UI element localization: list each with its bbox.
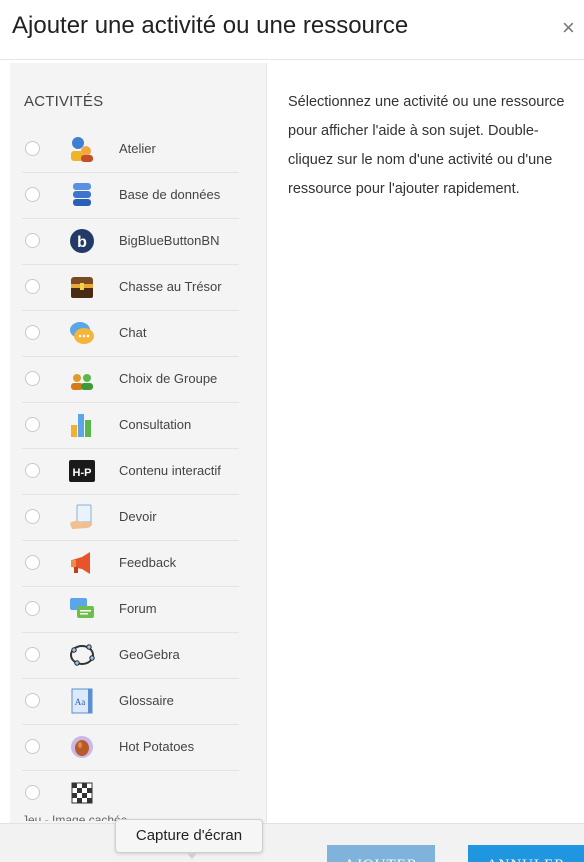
activity-label: GeoGebra [119,647,180,662]
workshop-icon [68,135,96,163]
activity-label: Chasse au Trésor [119,279,222,294]
activity-label: Glossaire [119,693,174,708]
checkerboard-icon [68,779,96,807]
dialog-header: Ajouter une activité ou une ressource × [0,0,584,60]
bar-chart-icon [68,411,96,439]
activity-option-bigbluebutton[interactable]: b BigBlueButtonBN [10,219,266,265]
glossary-icon: Aa [68,687,96,715]
activity-label: BigBlueButtonBN [119,233,220,248]
activity-label: Atelier [119,141,156,156]
dialog-footer: AJOUTER ANNULER [0,823,584,862]
megaphone-icon [68,549,96,577]
radio-button[interactable] [25,785,40,800]
activity-label: Devoir [119,509,157,524]
radio-button[interactable] [25,279,40,294]
activity-option-group-choice[interactable]: Choix de Groupe [10,357,266,403]
activity-option-forum[interactable]: Forum [10,587,266,633]
activities-heading: ACTIVITÉS [24,93,104,110]
radio-button[interactable] [25,739,40,754]
activity-label: Forum [119,601,157,616]
activity-label: Chat [119,325,147,340]
radio-button[interactable] [25,693,40,708]
svg-text:H-P: H-P [73,467,92,479]
activity-label: Contenu interactif [119,463,221,478]
activity-label: Consultation [119,417,192,432]
help-text: Sélectionnez une activité ou une ressour… [288,94,565,197]
add-button[interactable]: AJOUTER [327,845,435,862]
activity-option-atelier[interactable]: Atelier [10,127,266,173]
activity-option-glossary[interactable]: Aa Glossaire [10,679,266,725]
radio-button[interactable] [25,555,40,570]
svg-text:b: b [77,234,87,251]
tooltip-arrow [186,852,198,859]
cancel-button[interactable]: ANNULER [468,845,584,862]
activity-label: Hot Potatoes [119,739,195,754]
forum-icon [68,595,96,623]
activity-option-treasure-hunt[interactable]: Chasse au Trésor [10,265,266,311]
activity-option-assignment[interactable]: Devoir [10,495,266,541]
treasure-chest-icon [68,273,96,301]
activity-option-geogebra[interactable]: GeoGebra [10,633,266,679]
activity-list-panel[interactable]: ACTIVITÉS Atelier Base de données b BigB… [10,63,267,823]
activity-label: Base de données [119,187,221,202]
h5p-icon: H-P [68,457,96,485]
radio-button[interactable] [25,463,40,478]
group-choice-icon [68,365,96,393]
activity-option-database[interactable]: Base de données [10,173,266,219]
activity-label: Choix de Groupe [119,371,218,386]
geogebra-icon [68,641,96,669]
activity-option-feedback[interactable]: Feedback [10,541,266,587]
hot-potatoes-icon [68,733,96,761]
activity-option-interactive-content[interactable]: H-P Contenu interactif [10,449,266,495]
radio-button[interactable] [25,325,40,340]
database-icon [68,181,96,209]
activity-option-hot-potatoes[interactable]: Hot Potatoes [10,725,266,771]
activity-option-chat[interactable]: Chat [10,311,266,357]
radio-button[interactable] [25,141,40,156]
screenshot-tooltip: Capture d'écran [115,819,263,853]
activity-label: Feedback [119,555,177,570]
activity-label-cut-off: Jeu - Image cachée [22,813,128,821]
radio-button[interactable] [25,417,40,432]
radio-button[interactable] [25,509,40,524]
radio-button[interactable] [25,647,40,662]
svg-text:Aa: Aa [75,697,86,707]
dialog-title: Ajouter une activité ou une ressource [12,12,409,39]
activity-option-hidden-image-game[interactable] [10,771,266,817]
radio-button[interactable] [25,233,40,248]
radio-button[interactable] [25,601,40,616]
close-icon[interactable]: × [562,17,575,39]
radio-button[interactable] [25,187,40,202]
bigbluebutton-icon: b [68,227,96,255]
assignment-hand-icon [68,503,96,531]
activity-option-consultation[interactable]: Consultation [10,403,266,449]
radio-button[interactable] [25,371,40,386]
chat-bubble-icon [68,319,96,347]
